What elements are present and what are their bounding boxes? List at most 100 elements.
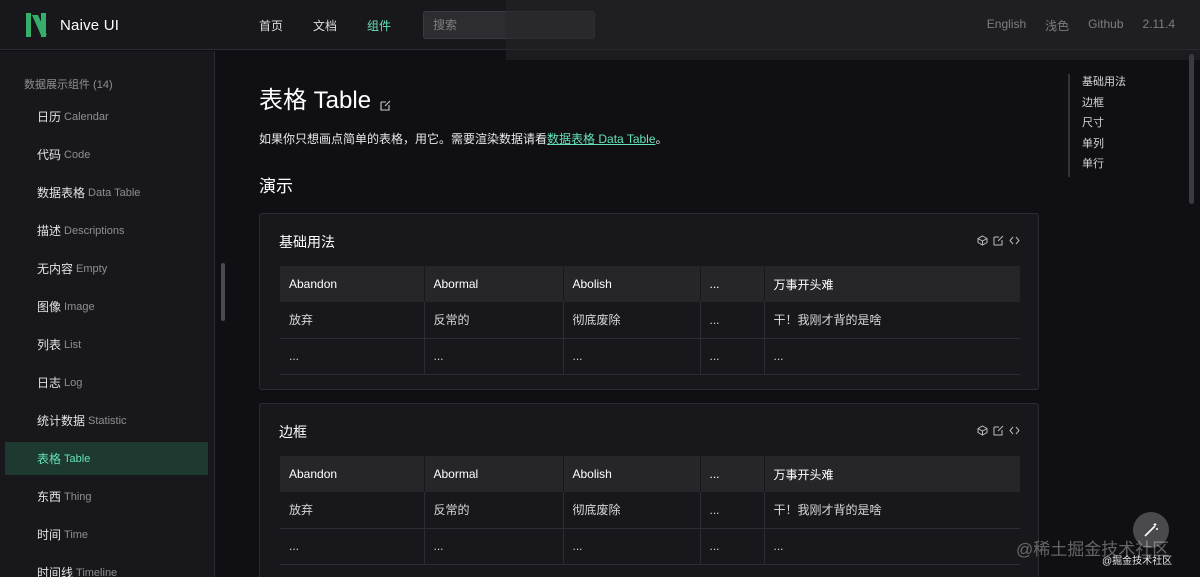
anchor-nav: 基础用法 边框 尺寸 单列 单行 bbox=[1068, 74, 1126, 177]
sidebar-item-data-table[interactable]: 数据表格 Data Table bbox=[5, 176, 208, 209]
version-label[interactable]: 2.11.4 bbox=[1143, 17, 1175, 34]
data-table-link[interactable]: 数据表格 Data Table bbox=[547, 132, 656, 146]
page-scrollbar[interactable] bbox=[1189, 54, 1194, 204]
table-row: ... ... ... ... ... bbox=[280, 338, 1020, 375]
sidebar-item-thing[interactable]: 东西 Thing bbox=[5, 480, 208, 513]
watermark-corner: @掘金技术社区 bbox=[1102, 556, 1173, 567]
code-icon[interactable] bbox=[1009, 235, 1020, 246]
table-cell: ... bbox=[700, 302, 765, 339]
section-title: 演示 bbox=[259, 177, 293, 196]
sidebar-item-table[interactable]: 表格 Table bbox=[5, 442, 208, 475]
sidebar-item-label: 日历 bbox=[37, 110, 62, 124]
table-header-cell: Abolish bbox=[563, 266, 701, 302]
sidebar-item-timeline[interactable]: 时间线 Timeline bbox=[5, 556, 208, 577]
table-header-cell: Abormal bbox=[424, 266, 564, 302]
nav-components[interactable]: 组件 bbox=[367, 17, 391, 34]
cube-icon[interactable] bbox=[977, 235, 988, 246]
demo-card-basic: 基础用法 Abandon Abormal Abolish ... 万事开头难 放… bbox=[259, 213, 1039, 390]
sidebar-item-calendar[interactable]: 日历 Calendar bbox=[5, 100, 208, 133]
table-header-cell: Abolish bbox=[563, 456, 701, 492]
edit-icon[interactable] bbox=[379, 91, 392, 111]
sidebar-item-sublabel: Descriptions bbox=[64, 224, 125, 237]
sidebar-item-label: 代码 bbox=[37, 148, 62, 162]
github-link[interactable]: Github bbox=[1088, 17, 1123, 34]
page-title-text: 表格 Table bbox=[259, 87, 372, 114]
search-input[interactable] bbox=[433, 18, 585, 32]
theme-switch[interactable]: 浅色 bbox=[1045, 17, 1069, 34]
table-cell: ... bbox=[563, 338, 701, 375]
table-cell: 放弃 bbox=[280, 302, 425, 339]
table-cell: 反常的 bbox=[424, 492, 564, 529]
table-header-cell: ... bbox=[700, 456, 765, 492]
sidebar-item-code[interactable]: 代码 Code bbox=[5, 138, 208, 171]
table-cell: ... bbox=[764, 528, 1020, 565]
demo-table: Abandon Abormal Abolish ... 万事开头难 放弃 反常的… bbox=[280, 266, 1020, 375]
table-cell: ... bbox=[280, 338, 425, 375]
sidebar-group-title: 数据展示组件 (14) bbox=[24, 79, 113, 91]
table-cell: 彻底废除 bbox=[563, 492, 701, 529]
sidebar-item-label: 列表 bbox=[37, 338, 62, 352]
sidebar-item-descriptions[interactable]: 描述 Descriptions bbox=[5, 214, 208, 247]
table-cell: 反常的 bbox=[424, 302, 564, 339]
page-title: 表格 Table bbox=[259, 80, 392, 115]
naive-ui-logo-icon bbox=[26, 13, 48, 37]
table-cell: ... bbox=[280, 528, 425, 565]
table-row: 放弃 反常的 彻底废除 ... 干！我刚才背的是啥 bbox=[280, 492, 1020, 529]
table-cell: 干！我刚才背的是啥 bbox=[764, 302, 1020, 339]
table-header-cell: ... bbox=[700, 266, 765, 302]
table-cell: ... bbox=[563, 528, 701, 565]
sidebar-item-time[interactable]: 时间 Time bbox=[5, 518, 208, 551]
cube-icon[interactable] bbox=[977, 425, 988, 436]
table-cell: ... bbox=[424, 338, 564, 375]
intro-prefix: 如果你只想画点简单的表格，用它。需要渲染数据请看 bbox=[259, 132, 548, 146]
table-cell: ... bbox=[764, 338, 1020, 375]
header-right-links: English 浅色 Github 2.11.4 bbox=[968, 17, 1175, 34]
sidebar-item-label: 表格 bbox=[37, 452, 62, 466]
table-cell: ... bbox=[700, 492, 765, 529]
sidebar-item-list[interactable]: 列表 List bbox=[5, 328, 208, 361]
table-cell: ... bbox=[700, 528, 765, 565]
language-switch[interactable]: English bbox=[987, 17, 1026, 34]
sidebar-item-sublabel: Calendar bbox=[64, 110, 109, 123]
table-row: ... ... ... ... ... bbox=[280, 528, 1020, 565]
logo[interactable]: Naive UI bbox=[26, 13, 119, 37]
sidebar-item-label: 统计数据 bbox=[37, 414, 86, 428]
nav-home[interactable]: 首页 bbox=[259, 17, 283, 34]
sidebar-item-sublabel: Empty bbox=[76, 262, 108, 275]
code-icon[interactable] bbox=[1009, 425, 1020, 436]
sidebar-item-log[interactable]: 日志 Log bbox=[5, 366, 208, 399]
sidebar-item-statistic[interactable]: 统计数据 Statistic bbox=[5, 404, 208, 437]
intro-text: 如果你只想画点简单的表格，用它。需要渲染数据请看数据表格 Data Table。 bbox=[259, 130, 668, 147]
anchor-single-column[interactable]: 单列 bbox=[1082, 136, 1126, 157]
card-tools bbox=[977, 425, 1020, 436]
sidebar-item-sublabel: Table bbox=[64, 452, 91, 465]
demo-card-bordered: 边框 Abandon Abormal Abolish ... 万事开头难 放弃 … bbox=[259, 403, 1039, 577]
search-box[interactable] bbox=[423, 11, 595, 39]
sidebar-scrollbar[interactable] bbox=[221, 263, 225, 321]
anchor-bordered[interactable]: 边框 bbox=[1082, 95, 1126, 116]
anchor-size[interactable]: 尺寸 bbox=[1082, 115, 1126, 136]
demo-table: Abandon Abormal Abolish ... 万事开头难 放弃 反常的… bbox=[280, 456, 1020, 565]
table-cell: 放弃 bbox=[280, 492, 425, 529]
anchor-single-line[interactable]: 单行 bbox=[1082, 156, 1126, 177]
edit-icon[interactable] bbox=[993, 425, 1004, 436]
sidebar-item-empty[interactable]: 无内容 Empty bbox=[5, 252, 208, 285]
sidebar-item-label: 时间线 bbox=[37, 566, 74, 577]
edit-icon[interactable] bbox=[993, 235, 1004, 246]
table-row: 放弃 反常的 彻底废除 ... 干！我刚才背的是啥 bbox=[280, 302, 1020, 339]
sidebar-item-sublabel: Timeline bbox=[76, 566, 118, 577]
anchor-basic[interactable]: 基础用法 bbox=[1082, 74, 1126, 95]
sidebar-item-image[interactable]: 图像 Image bbox=[5, 290, 208, 323]
table-header-cell: Abormal bbox=[424, 456, 564, 492]
sidebar-item-sublabel: Thing bbox=[64, 490, 92, 503]
table-header-cell: Abandon bbox=[280, 266, 425, 302]
sidebar-item-label: 东西 bbox=[37, 490, 62, 504]
table-header-row: Abandon Abormal Abolish ... 万事开头难 bbox=[280, 456, 1020, 492]
nav-docs[interactable]: 文档 bbox=[313, 17, 337, 34]
table-header-row: Abandon Abormal Abolish ... 万事开头难 bbox=[280, 266, 1020, 302]
card-title: 边框 bbox=[279, 424, 307, 440]
sidebar-item-sublabel: Time bbox=[64, 528, 89, 541]
sidebar-item-sublabel: Statistic bbox=[88, 414, 127, 427]
table-header-cell: 万事开头难 bbox=[764, 456, 1020, 492]
table-header-cell: 万事开头难 bbox=[764, 266, 1020, 302]
